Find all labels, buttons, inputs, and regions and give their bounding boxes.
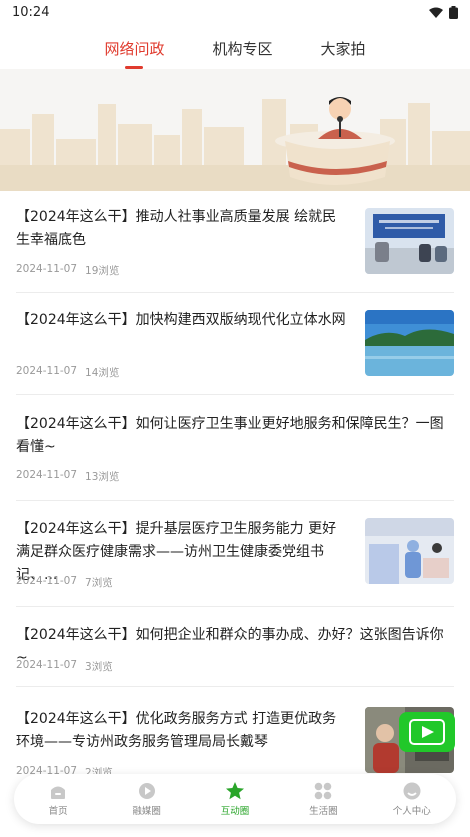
tab-jigouzhuanqu[interactable]: 机构专区 (212, 30, 272, 67)
status-icons (429, 5, 458, 19)
tab-wangluowenzheng[interactable]: 网络问政 (104, 30, 165, 69)
video-play-icon (409, 719, 445, 745)
news-date: 2024-11-07 (16, 365, 78, 377)
news-meta: 2024-11-07 19浏览 (16, 263, 119, 278)
news-meta: 2024-11-07 14浏览 (16, 365, 119, 380)
nav-label: 互动圈 (220, 806, 250, 817)
news-list: 【2024年这么干】推动人社事业高质量发展 绘就民生幸福底色 2024-11-0… (0, 191, 470, 791)
news-item[interactable]: 【2024年这么干】如何把企业和群众的事办成、办好？这张图告诉你~ 2024-1… (16, 607, 454, 687)
news-meta: 2024-11-07 3浏览 (16, 659, 113, 674)
news-item[interactable]: 【2024年这么干】提升基层医疗卫生服务能力 更好满足群众医疗健康需求——访州卫… (16, 501, 454, 607)
nav-item-life[interactable]: 生活圈 (283, 781, 363, 817)
nav-label: 首页 (48, 806, 68, 817)
news-views: 19浏览 (85, 265, 120, 277)
news-title: 【2024年这么干】优化政务服务方式 打造更优政务环境——专访州政务服务管理局局… (16, 711, 337, 750)
news-item[interactable]: 【2024年这么干】加快构建西双版纳现代化立体水网 2024-11-07 14浏… (16, 293, 454, 395)
news-meta: 2024-11-07 7浏览 (16, 575, 113, 590)
news-meta: 2024-11-07 13浏览 (16, 469, 119, 484)
news-date: 2024-11-07 (16, 263, 78, 275)
news-date: 2024-11-07 (16, 659, 78, 671)
wifi-icon (429, 7, 443, 18)
news-thumbnail (365, 208, 454, 274)
news-thumbnail (365, 518, 454, 584)
news-date: 2024-11-07 (16, 575, 78, 587)
news-date: 2024-11-07 (16, 469, 78, 481)
tab-label: 网络问政 (104, 39, 165, 58)
tab-label: 大家拍 (320, 39, 366, 58)
top-tabs: 网络问政 机构专区 大家拍 (0, 28, 470, 69)
news-title: 【2024年这么干】如何让医疗卫生事业更好地服务和保障民生？一图看懂~ (16, 416, 444, 455)
news-item[interactable]: 【2024年这么干】如何让医疗卫生事业更好地服务和保障民生？一图看懂~ 2024… (16, 395, 454, 501)
news-thumbnail (365, 310, 454, 376)
nav-item-profile[interactable]: 个人中心 (372, 781, 452, 817)
news-anchor-illustration (0, 69, 470, 191)
news-item[interactable]: 【2024年这么干】推动人社事业高质量发展 绘就民生幸福底色 2024-11-0… (16, 191, 454, 293)
star-icon (225, 782, 244, 800)
news-views: 13浏览 (85, 471, 120, 483)
status-time: 10:24 (12, 4, 50, 20)
nav-item-home[interactable]: 首页 (18, 781, 98, 817)
nav-item-media[interactable]: 融媒圈 (107, 781, 187, 817)
nav-label: 个人中心 (392, 806, 431, 817)
floating-video-button[interactable] (399, 712, 455, 752)
tab-label: 机构专区 (212, 39, 273, 58)
news-title: 【2024年这么干】加快构建西双版纳现代化立体水网 (16, 312, 346, 328)
battery-icon (449, 5, 458, 19)
nav-label: 生活圈 (309, 806, 338, 817)
play-circle-icon (138, 783, 155, 799)
user-icon (403, 782, 421, 800)
news-views: 7浏览 (85, 577, 113, 589)
news-views: 14浏览 (85, 367, 120, 379)
banner-illustration (0, 69, 470, 191)
news-title: 【2024年这么干】推动人社事业高质量发展 绘就民生幸福底色 (16, 209, 337, 248)
tab-dajiapai[interactable]: 大家拍 (321, 30, 366, 67)
nav-item-interact[interactable]: 互动圈 (195, 781, 275, 817)
home-icon (51, 786, 66, 799)
bottom-navigation: 首页 融媒圈 互动圈 生活圈 个人中心 (14, 774, 456, 824)
news-views: 3浏览 (85, 661, 113, 673)
grid-icon (315, 782, 332, 800)
status-bar: 10:24 (0, 0, 470, 24)
nav-label: 融媒圈 (132, 806, 161, 817)
